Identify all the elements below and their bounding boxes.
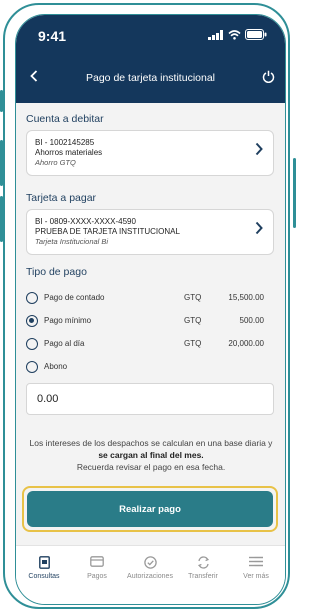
nav-bar: Pago de tarjeta institucional xyxy=(16,65,285,95)
debit-account-name: Ahorros materiales xyxy=(35,148,103,157)
card-icon xyxy=(90,556,104,567)
screen: 9:41 Pago de tarjeta institucional Cuent… xyxy=(15,14,286,605)
tab-ver-mas[interactable]: Ver más xyxy=(230,556,282,580)
payment-option[interactable]: Abono xyxy=(26,360,276,376)
payment-type-label: Tipo de pago xyxy=(26,266,87,278)
menu-icon xyxy=(249,556,263,567)
tab-label: Pagos xyxy=(87,573,107,580)
phone-side-button xyxy=(293,158,296,228)
note-reminder: Recuerda revisar el pago en esa fecha. xyxy=(76,462,226,472)
radio-button-selected[interactable] xyxy=(26,315,38,327)
signal-icon xyxy=(208,29,223,40)
note-text: Los intereses de los despachos se calcul… xyxy=(29,438,273,448)
debit-account-type: Ahorro GTQ xyxy=(35,158,76,167)
radio-button[interactable] xyxy=(26,338,38,350)
tab-consultas[interactable]: Consultas xyxy=(18,556,70,580)
radio-button[interactable] xyxy=(26,292,38,304)
phone-frame: 9:41 Pago de tarjeta institucional Cuent… xyxy=(3,3,290,609)
amount-input[interactable] xyxy=(26,383,274,415)
pay-button-focus-ring: Realizar pago xyxy=(22,486,278,532)
payment-option[interactable]: Pago mínimo GTQ 500.00 xyxy=(26,314,276,330)
app-header: 9:41 Pago de tarjeta institucional xyxy=(16,15,285,103)
interest-note: Los intereses de los despachos se calcul… xyxy=(26,437,276,473)
status-time: 9:41 xyxy=(38,28,67,44)
chevron-right-icon xyxy=(255,221,263,240)
payment-option-currency: GTQ xyxy=(184,293,202,302)
page-title: Pago de tarjeta institucional xyxy=(86,72,215,84)
card-name: PRUEBA DE TARJETA INSTITUCIONAL xyxy=(35,227,180,236)
payment-option-label: Pago mínimo xyxy=(44,316,92,325)
payment-option[interactable]: Pago al día GTQ 20,000.00 xyxy=(26,337,276,353)
battery-icon xyxy=(245,29,267,40)
debit-account-card[interactable]: BI - 1002145285 Ahorros materiales Ahorr… xyxy=(26,130,274,176)
payment-option-currency: GTQ xyxy=(184,339,202,348)
payment-option[interactable]: Pago de contado GTQ 15,500.00 xyxy=(26,291,276,307)
document-icon xyxy=(38,556,50,569)
payment-option-amount: 20,000.00 xyxy=(228,339,264,348)
status-icons xyxy=(208,29,267,40)
logout-button[interactable] xyxy=(262,70,275,88)
tab-label: Ver más xyxy=(243,573,269,580)
chevron-right-icon xyxy=(255,142,263,161)
tab-transferir[interactable]: Transferir xyxy=(177,556,229,580)
payment-option-label: Pago al día xyxy=(44,339,85,348)
card-number: BI - 0809-XXXX-XXXX-4590 xyxy=(35,217,136,226)
tab-label: Autorizaciones xyxy=(127,573,173,580)
card-section-label: Tarjeta a pagar xyxy=(26,192,97,204)
radio-button[interactable] xyxy=(26,361,38,373)
debit-section-label: Cuenta a debitar xyxy=(26,113,104,125)
tab-autorizaciones[interactable]: Autorizaciones xyxy=(124,556,176,580)
payment-option-currency: GTQ xyxy=(184,316,202,325)
credit-card-card[interactable]: BI - 0809-XXXX-XXXX-4590 PRUEBA DE TARJE… xyxy=(26,209,274,255)
payment-option-label: Pago de contado xyxy=(44,293,105,302)
debit-account-number: BI - 1002145285 xyxy=(35,138,95,147)
status-bar: 9:41 xyxy=(16,15,285,51)
card-type: Tarjeta Institucional Bi xyxy=(35,237,109,246)
tab-label: Consultas xyxy=(28,573,60,580)
transfer-icon xyxy=(197,556,209,569)
payment-option-amount: 500.00 xyxy=(239,316,264,325)
wifi-icon xyxy=(228,29,241,40)
tab-bar: Consultas Pagos Autorizaciones Transferi… xyxy=(16,545,285,604)
power-icon xyxy=(262,70,275,84)
tab-label: Transferir xyxy=(188,573,218,580)
check-circle-icon xyxy=(143,556,157,569)
note-emphasis: se cargan al final del mes. xyxy=(98,450,204,460)
payment-option-label: Abono xyxy=(44,362,68,371)
tab-pagos[interactable]: Pagos xyxy=(71,556,123,580)
payment-option-amount: 15,500.00 xyxy=(228,293,264,302)
pay-button[interactable]: Realizar pago xyxy=(27,491,273,527)
